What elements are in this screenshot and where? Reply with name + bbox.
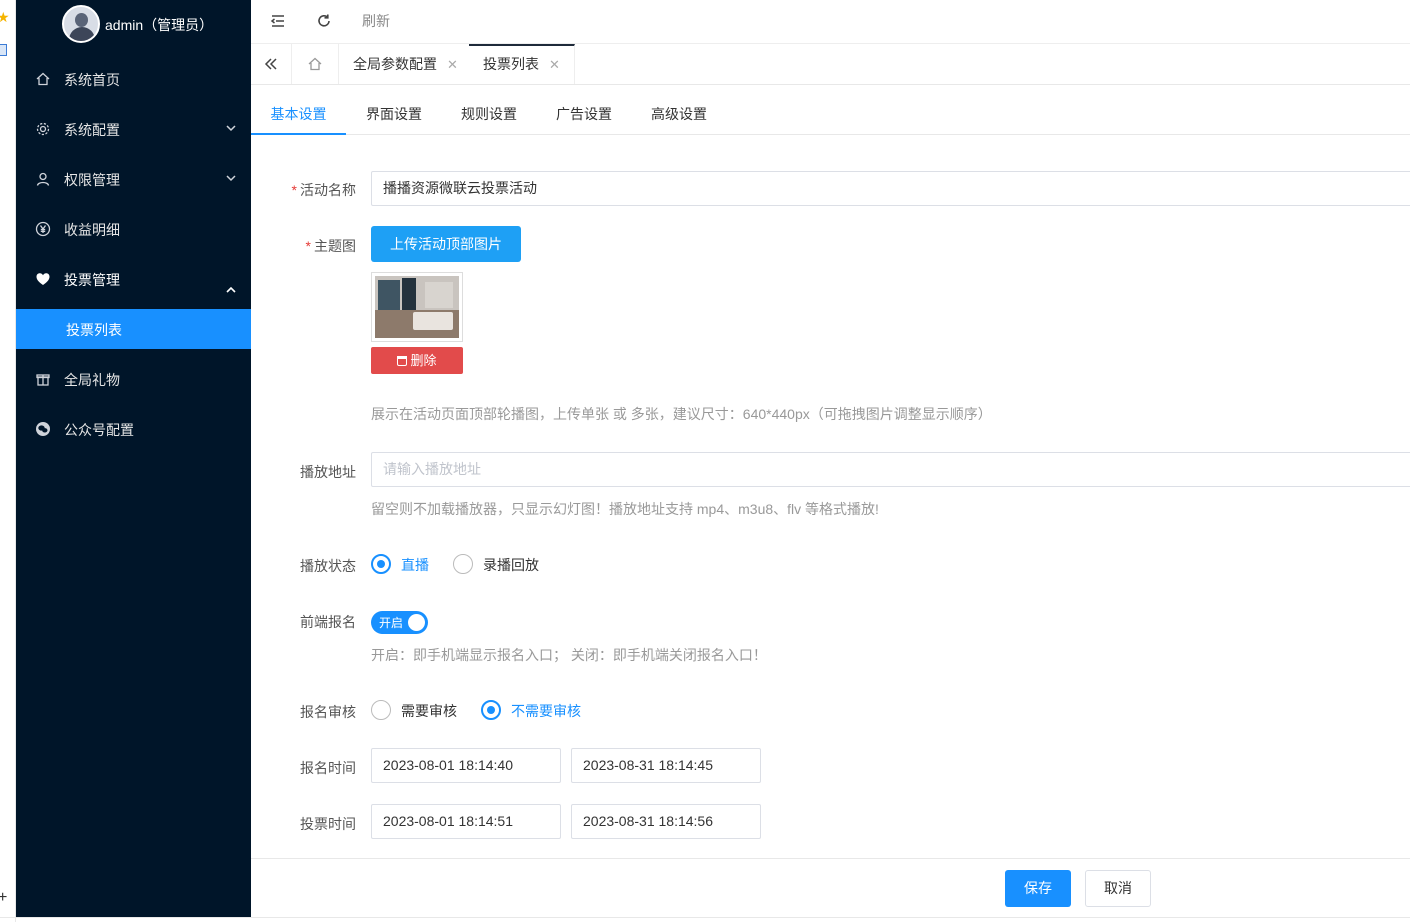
sidebar-item-label: 公众号配置 [64,422,134,438]
plus-icon: + [0,889,8,906]
switch-knob [408,614,425,631]
vote-start-time-input[interactable]: 2023-08-01 18:14:51 [371,804,561,839]
switch-text: 开启 [379,616,404,630]
close-icon[interactable]: ✕ [447,57,458,72]
cancel-button[interactable]: 取消 [1085,870,1151,907]
tab-rule-settings[interactable]: 规则设置 [446,85,532,135]
sidebar-item-global-gifts[interactable]: 全局礼物 [16,354,251,404]
play-url-label: 播放地址 [300,464,356,480]
theme-image-hint: 展示在活动页面顶部轮播图，上传单张 或 多张，建议尺寸：640*440px（可拖… [371,406,992,422]
tab-label: 全局参数配置 [353,56,437,72]
radio-label: 直播 [401,557,429,573]
radio-label: 不需要审核 [511,703,581,719]
close-icon[interactable]: ✕ [549,57,560,72]
sidebar-item-label: 系统首页 [64,72,120,88]
settings-tabs: 基本设置 界面设置 规则设置 广告设置 高级设置 [251,85,1410,135]
theme-image-label: * 主题图 [305,238,356,254]
sidebar-item-wechat-config[interactable]: 公众号配置 [16,404,251,454]
heart-icon [36,273,50,285]
tab-ui-settings[interactable]: 界面设置 [351,85,437,135]
sidebar-item-system-config[interactable]: 系统配置 [16,104,251,154]
tab-scroll-left-button[interactable] [251,44,292,84]
sidebar-item-vote-management[interactable]: 投票管理 [16,254,251,304]
signup-time-label: 报名时间 [300,760,356,776]
sidebar-item-home[interactable]: 系统首页 [16,54,251,104]
chevron-down-icon [226,175,236,182]
play-url-hint: 留空则不加载播放器，只显示幻灯图！播放地址支持 mp4、m3u8、flv 等格式… [371,501,879,517]
user-panel[interactable]: admin（管理员） [16,0,251,50]
signup-start-time-input[interactable]: 2023-08-01 18:14:40 [371,748,561,783]
tab-ad-settings[interactable]: 广告设置 [541,85,627,135]
trash-icon [397,356,408,366]
gift-icon [36,374,50,386]
front-signup-hint: 开启：即手机端显示报名入口； 关闭：即手机端关闭报名入口！ [371,647,767,663]
sidebar-item-label: 系统配置 [64,122,120,138]
chevron-up-icon [226,286,236,293]
room-photo [375,276,459,338]
front-signup-label: 前端报名 [300,614,356,630]
sidebar-item-revenue[interactable]: 收益明细 [16,204,251,254]
tab-home-button[interactable] [292,44,339,84]
front-signup-switch[interactable]: 开启 [371,611,428,634]
wechat-icon [36,422,50,436]
tab-vote-list[interactable]: 投票列表 ✕ [469,44,575,84]
sidebar-item-label: 全局礼物 [64,372,120,388]
theme-image-thumbnail[interactable] [371,272,463,342]
star-icon: ★ [0,9,10,25]
radio-dot [371,700,391,720]
radio-dot [453,554,473,574]
bottom-divider [0,917,1410,918]
gear-icon [36,122,50,136]
vote-time-label: 投票时间 [300,816,356,832]
activity-name-input[interactable]: 播播资源微联云投票活动 [371,171,1410,206]
delete-image-button[interactable]: 删除 [371,347,463,374]
play-url-input[interactable]: 请输入播放地址 [371,452,1410,487]
sidebar-item-vote-list[interactable]: 投票列表 [16,309,251,349]
avatar[interactable] [62,5,100,43]
left-window-strip: ★ + [0,0,16,922]
signup-end-time-input[interactable]: 2023-08-31 18:14:45 [571,748,761,783]
refresh-icon[interactable] [315,12,333,30]
tab-basic-settings[interactable]: 基本设置 [251,85,346,135]
tab-global-params[interactable]: 全局参数配置 ✕ [339,44,473,84]
collapse-menu-icon[interactable] [269,12,287,30]
save-button[interactable]: 保存 [1005,870,1071,907]
tab-advanced-settings[interactable]: 高级设置 [636,85,722,135]
sidebar-item-label: 权限管理 [64,172,120,188]
home-icon [308,57,322,71]
page-tab-bar: 全局参数配置 ✕ 投票列表 ✕ [251,44,1410,85]
chevron-down-icon [226,125,236,132]
play-status-label: 播放状态 [300,558,356,574]
radio-label: 需要审核 [401,703,457,719]
top-bar: 刷新 [251,0,1410,44]
radio-label: 录播回放 [483,557,539,573]
window-icon [0,44,7,56]
sidebar-item-label: 投票列表 [66,322,122,338]
yen-icon [35,221,51,237]
sidebar-item-permissions[interactable]: 权限管理 [16,154,251,204]
radio-dot [371,554,391,574]
signup-review-label: 报名审核 [300,704,356,720]
home-icon [36,72,50,86]
vote-end-time-input[interactable]: 2023-08-31 18:14:56 [571,804,761,839]
footer-divider [251,858,1410,859]
user-icon [36,172,50,186]
refresh-label[interactable]: 刷新 [362,11,390,31]
user-name: admin（管理员） [105,17,214,33]
upload-image-button[interactable]: 上传活动顶部图片 [371,226,521,262]
sidebar-item-label: 收益明细 [64,222,120,238]
sidebar: admin（管理员） 系统首页 系统配置 权限管理 收益明细 投票管理 投票列表… [16,0,251,917]
sidebar-item-label: 投票管理 [64,272,120,288]
double-chevron-left-icon [264,58,277,70]
activity-name-label: * 活动名称 [291,182,356,198]
radio-dot [481,700,501,720]
tab-label: 投票列表 [483,56,539,72]
